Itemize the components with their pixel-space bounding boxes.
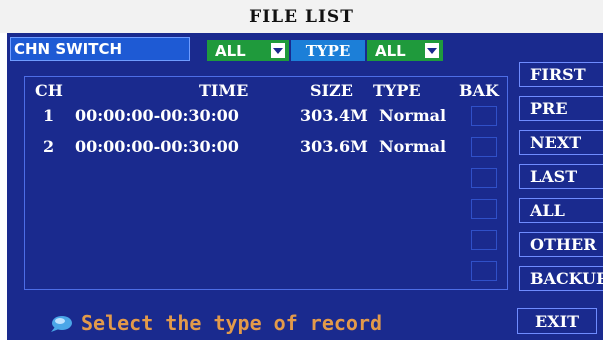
- row-time: 00:00:00-00:30:00: [75, 137, 239, 156]
- channel-select[interactable]: ALL: [207, 40, 289, 61]
- table-header: CH TIME SIZE TYPE BAK: [25, 81, 509, 101]
- status-text: Select the type of record: [81, 311, 383, 335]
- prev-button[interactable]: PRE: [519, 96, 603, 121]
- header-size: SIZE: [310, 81, 353, 100]
- chevron-down-icon: [425, 43, 439, 58]
- status-message: Select the type of record: [49, 311, 382, 335]
- table-row[interactable]: 1 00:00:00-00:30:00 303.4M Normal: [25, 106, 509, 128]
- chevron-down-icon: [271, 43, 285, 58]
- channel-select-value: ALL: [215, 41, 246, 60]
- backup-checkbox[interactable]: [471, 261, 497, 281]
- header-type: TYPE: [373, 81, 421, 100]
- backup-checkbox[interactable]: [471, 199, 497, 219]
- header-bak: BAK: [459, 81, 499, 100]
- last-button[interactable]: LAST: [519, 164, 603, 189]
- info-bubble-icon: [49, 314, 73, 332]
- type-select-value: ALL: [375, 41, 406, 60]
- all-button[interactable]: ALL: [519, 198, 603, 223]
- chn-switch-button[interactable]: CHN SWITCH: [10, 37, 190, 61]
- row-size: 303.4M: [300, 106, 368, 125]
- backup-checkbox[interactable]: [471, 168, 497, 188]
- row-type: Normal: [379, 137, 447, 156]
- row-time: 00:00:00-00:30:00: [75, 106, 239, 125]
- backup-checkbox[interactable]: [471, 106, 497, 126]
- backup-checkbox[interactable]: [471, 230, 497, 250]
- type-select[interactable]: ALL: [367, 40, 443, 61]
- file-list-table: CH TIME SIZE TYPE BAK 1 00:00:00-00:30:0…: [24, 76, 508, 290]
- next-button[interactable]: NEXT: [519, 130, 603, 155]
- header-time: TIME: [199, 81, 249, 100]
- exit-button[interactable]: EXIT: [517, 308, 597, 334]
- row-ch: 2: [43, 137, 55, 156]
- row-size: 303.6M: [300, 137, 368, 156]
- backup-button[interactable]: BACKUP: [519, 266, 603, 291]
- file-list-panel: CHN SWITCH ALL TYPE ALL CH TIME SIZE TYP…: [7, 33, 603, 340]
- other-button[interactable]: OTHER: [519, 232, 603, 257]
- first-button[interactable]: FIRST: [519, 62, 603, 87]
- row-type: Normal: [379, 106, 447, 125]
- row-ch: 1: [43, 106, 55, 125]
- header-ch: CH: [35, 81, 63, 100]
- window-title: FILE LIST: [0, 0, 603, 33]
- table-row[interactable]: 2 00:00:00-00:30:00 303.6M Normal: [25, 137, 509, 159]
- type-label: TYPE: [291, 40, 365, 61]
- backup-checkbox[interactable]: [471, 137, 497, 157]
